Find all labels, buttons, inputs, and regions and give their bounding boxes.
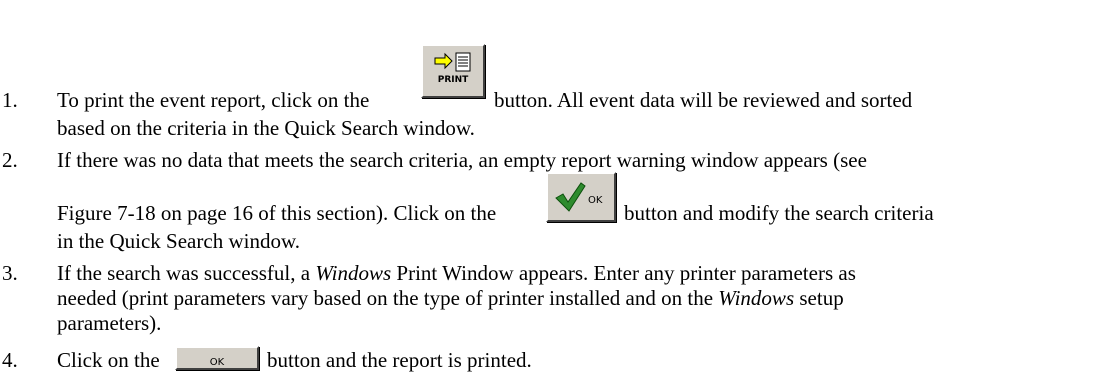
step-text: If the search was successful, a Windows … <box>57 261 856 285</box>
green-checkmark-icon <box>555 182 586 212</box>
step-number: 4. <box>2 348 18 372</box>
step-text-continued: button and modify the search criteria <box>624 201 934 225</box>
ok-button-label: OK <box>209 357 225 368</box>
ok-button-label: OK <box>588 195 603 206</box>
print-button[interactable]: PRINT <box>421 44 485 98</box>
step-number: 3. <box>2 261 18 285</box>
step-text: To print the event report, click on the <box>57 88 370 112</box>
step-text-line-2: needed (print parameters vary based on t… <box>57 286 844 310</box>
step-text-continued: button and the report is printed. <box>267 348 532 372</box>
ok-button[interactable]: OK <box>175 346 259 370</box>
print-button-label: PRINT <box>437 75 469 85</box>
step-number: 1. <box>2 88 18 112</box>
step-text-continued: button. All event data will be reviewed … <box>494 88 913 112</box>
step-text-line-3: parameters). <box>57 311 162 335</box>
ok-button[interactable]: OK <box>546 172 616 222</box>
step-text-line-3: in the Quick Search window. <box>57 229 300 253</box>
step-text: If there was no data that meets the sear… <box>57 148 867 172</box>
step-text-line-2: based on the criteria in the Quick Searc… <box>57 116 475 140</box>
step-text-line-2: Figure 7-18 on page 16 of this section).… <box>57 201 497 225</box>
step-text: Click on the <box>57 348 160 372</box>
step-number: 2. <box>2 148 18 172</box>
